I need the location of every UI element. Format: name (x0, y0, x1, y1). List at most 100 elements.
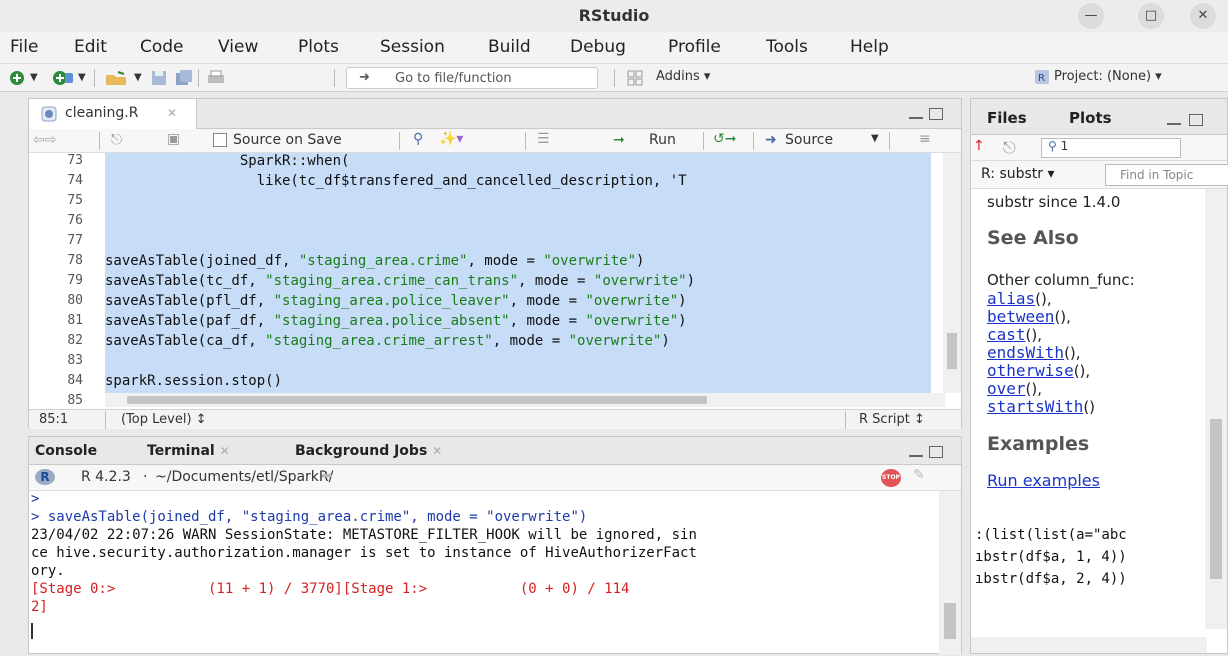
toolbar-divider (525, 132, 526, 150)
menu-profile[interactable]: Profile (668, 37, 721, 57)
chevron-down-icon[interactable]: ▼ (30, 72, 38, 90)
source-arrow-icon: ➜ (765, 132, 777, 148)
editor-vertical-scrollbar[interactable] (943, 153, 961, 393)
tab-background-jobs[interactable]: Background Jobs ✕ (295, 443, 442, 459)
maximize-pane-icon[interactable] (1189, 114, 1203, 126)
menu-build[interactable]: Build (488, 37, 531, 57)
working-directory[interactable]: ~/Documents/etl/SparkR/ (155, 469, 333, 485)
menu-plots[interactable]: Plots (298, 37, 339, 57)
chevron-down-icon[interactable]: ▼ (134, 72, 142, 90)
maximize-button[interactable]: □ (1138, 3, 1164, 29)
scope-selector[interactable]: (Top Level) ↕ (121, 412, 207, 427)
code-area[interactable]: 73 74 75 76 77 78 79 80 81 82 83 84 85 S… (29, 153, 961, 409)
console-line: 23/04/02 22:07:26 WARN SessionState: MET… (31, 527, 697, 543)
toolbar-divider (334, 69, 335, 87)
maximize-pane-icon[interactable] (929, 446, 943, 458)
close-tab-icon[interactable]: ✕ (167, 106, 177, 120)
stop-icon[interactable]: STOP (881, 469, 901, 487)
clear-console-icon[interactable]: ✎ (913, 467, 925, 483)
menu-session[interactable]: Session (380, 37, 445, 57)
close-tab-icon: ✕ (432, 444, 443, 458)
code-line: like(tc_df$transfered_and_cancelled_desc… (105, 173, 687, 189)
chevron-down-icon[interactable]: ▼ (871, 133, 879, 144)
project-menu[interactable]: Project: (None) ▾ (1054, 69, 1162, 84)
popout-icon[interactable]: ⎋ (1003, 138, 1016, 158)
help-content: substr since 1.4.0 See Also Other column… (971, 189, 1227, 653)
line-number: 79 (67, 273, 83, 288)
scrollbar-thumb[interactable] (944, 603, 956, 639)
run-examples-link[interactable]: Run examples (987, 471, 1100, 490)
menu-debug[interactable]: Debug (570, 37, 626, 57)
line-number: 82 (67, 333, 83, 348)
source-on-save-checkbox[interactable] (213, 133, 227, 147)
goto-directory-icon[interactable]: ➦ (321, 468, 333, 484)
scrollbar-thumb[interactable] (947, 333, 957, 369)
new-project-icon[interactable] (52, 69, 74, 87)
rerun-icon[interactable]: ↺➞ (713, 131, 736, 147)
since-text: substr since 1.4.0 (987, 193, 1121, 211)
source-on-save-label: Source on Save (233, 132, 342, 148)
tab-files[interactable]: Files (987, 109, 1027, 127)
help-link-over: over(), (987, 379, 1043, 398)
open-file-icon[interactable] (104, 69, 130, 87)
minimize-pane-icon[interactable] (909, 117, 923, 119)
help-pane: Files Plots ↑ ⎋ ⚲ 1 R: substr ▾ Find in … (970, 98, 1228, 654)
print-icon[interactable] (206, 69, 226, 87)
line-number: 81 (67, 313, 83, 328)
minimize-pane-icon[interactable] (909, 455, 923, 457)
menu-tools[interactable]: Tools (766, 37, 808, 57)
toolbar-divider (703, 132, 704, 150)
console-line: > saveAsTable(joined_df, "staging_area.c… (31, 509, 588, 525)
arrow-right-icon: ➜ (359, 70, 370, 85)
source-button[interactable]: Source (785, 132, 833, 148)
save-icon[interactable] (150, 69, 168, 87)
home-icon[interactable]: ↑ (973, 138, 985, 154)
new-file-icon[interactable] (8, 69, 26, 87)
help-vertical-scrollbar[interactable] (1205, 189, 1227, 629)
console-scrollbar[interactable] (939, 491, 961, 655)
chevron-down-icon[interactable]: ▼ (78, 72, 86, 90)
scrollbar-thumb[interactable] (1210, 419, 1222, 579)
console-line: > (31, 491, 40, 507)
console-pane: Console Terminal ✕ Background Jobs ✕ R R… (28, 436, 962, 655)
minimize-button[interactable]: — (1078, 3, 1104, 29)
see-also-heading: See Also (987, 227, 1079, 249)
close-button[interactable]: ✕ (1190, 3, 1216, 29)
search-icon[interactable]: ⚲ (413, 131, 423, 147)
outline-icon[interactable]: ☰ (537, 131, 550, 147)
addins-menu[interactable]: Addins ▾ (656, 69, 710, 84)
magic-wand-icon[interactable]: ✨▾ (439, 131, 463, 147)
tab-terminal[interactable]: Terminal ✕ (147, 443, 230, 459)
tab-cleaning-r[interactable]: cleaning.R ✕ (29, 99, 197, 129)
r-version: R 4.2.3 (81, 469, 131, 485)
scrollbar-thumb[interactable] (127, 396, 707, 404)
save-all-icon[interactable] (174, 69, 194, 87)
help-horizontal-scrollbar[interactable] (971, 637, 1207, 653)
maximize-pane-icon[interactable] (929, 108, 943, 120)
show-in-window-icon[interactable]: ⎋ (111, 132, 122, 148)
toolbar-divider (99, 132, 100, 150)
goto-file-input[interactable]: ➜ Go to file/function (346, 67, 598, 89)
file-type-selector[interactable]: R Script ↕ (859, 412, 925, 427)
find-in-topic-input[interactable]: Find in Topic (1105, 164, 1228, 186)
back-forward-icon[interactable]: ⇦⇨ (33, 132, 56, 148)
menu-edit[interactable]: Edit (74, 37, 107, 57)
menu-view[interactable]: View (218, 37, 258, 57)
tab-plots[interactable]: Plots (1069, 109, 1112, 127)
minimize-pane-icon[interactable] (1167, 123, 1181, 125)
menu-file[interactable]: File (10, 37, 38, 57)
example-code-line: :(list(list(a="abc (975, 527, 1127, 543)
tab-console[interactable]: Console (35, 443, 97, 459)
topic-selector[interactable]: R: substr ▾ (981, 166, 1055, 182)
console-output[interactable]: > > saveAsTable(joined_df, "staging_area… (29, 491, 961, 655)
help-search-input[interactable]: ⚲ 1 (1041, 138, 1181, 158)
run-button[interactable]: Run (649, 132, 676, 148)
save-icon[interactable]: ▣ (167, 131, 180, 147)
document-outline-icon[interactable]: ≡ (919, 131, 931, 147)
menu-code[interactable]: Code (140, 37, 184, 57)
grid-layout-icon[interactable] (626, 69, 644, 87)
editor-horizontal-scrollbar[interactable] (105, 393, 945, 407)
menu-help[interactable]: Help (850, 37, 889, 57)
help-link-endswith: endsWith(), (987, 343, 1081, 362)
cursor-position: 85:1 (39, 412, 69, 427)
